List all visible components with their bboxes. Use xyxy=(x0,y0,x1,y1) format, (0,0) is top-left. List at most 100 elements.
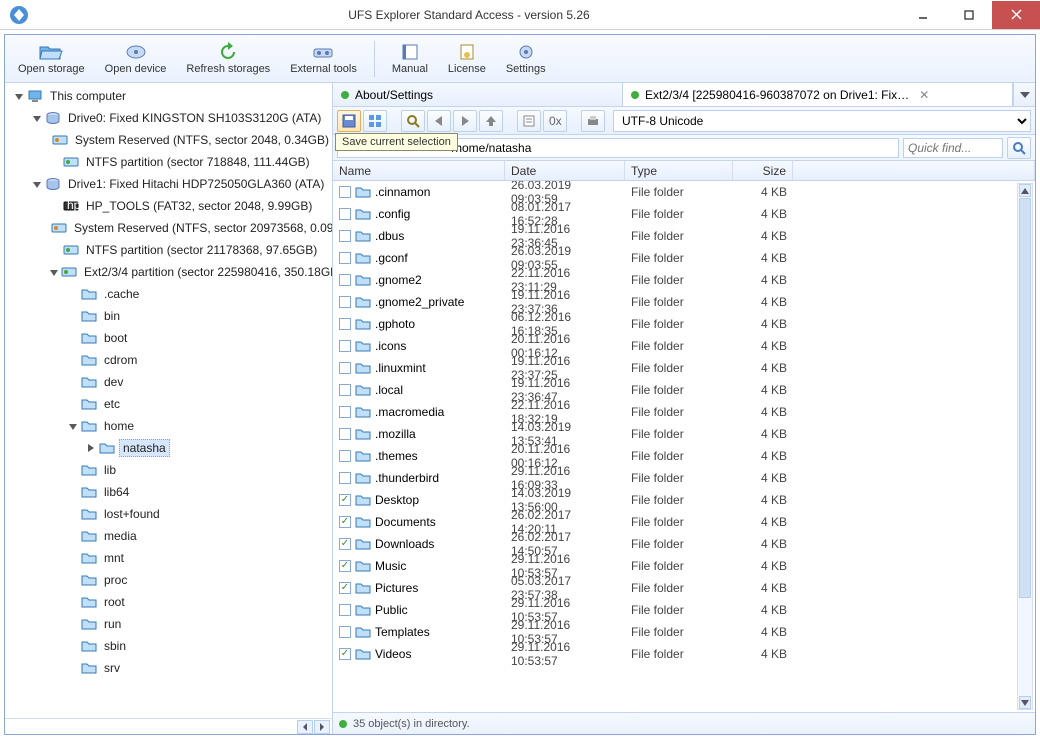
tab-menu-button[interactable] xyxy=(1013,83,1035,106)
settings-button[interactable]: Settings xyxy=(499,39,553,78)
tree-expand-icon[interactable] xyxy=(49,134,50,146)
tree-node[interactable]: This computer xyxy=(7,85,332,107)
nav-up-button[interactable] xyxy=(479,110,503,132)
file-row[interactable]: .mozilla14.03.2019 13:53:41File folder4 … xyxy=(333,423,1035,445)
scroll-up-button[interactable] xyxy=(1019,184,1031,197)
tree-node[interactable]: media xyxy=(7,525,332,547)
row-checkbox[interactable] xyxy=(339,428,351,440)
col-size[interactable]: Size xyxy=(733,161,793,180)
tree-expand-icon[interactable] xyxy=(67,310,79,322)
tree-node[interactable]: Ext2/3/4 partition (sector 225980416, 35… xyxy=(7,261,332,283)
maximize-button[interactable] xyxy=(946,1,992,29)
tree-node[interactable]: System Reserved (NTFS, sector 2048, 0.34… xyxy=(7,129,332,151)
row-checkbox[interactable] xyxy=(339,296,351,308)
tree-node[interactable]: home xyxy=(7,415,332,437)
file-row[interactable]: .dbus19.11.2016 23:36:45File folder4 KB xyxy=(333,225,1035,247)
hex-button[interactable]: 0x xyxy=(543,110,567,132)
tree-expand-icon[interactable] xyxy=(67,398,79,410)
tree-expand-icon[interactable] xyxy=(67,376,79,388)
tab-close-icon[interactable]: ✕ xyxy=(919,88,929,102)
tree-node[interactable]: NTFS partition (sector 21178368, 97.65GB… xyxy=(7,239,332,261)
row-checkbox[interactable] xyxy=(339,230,351,242)
file-rows[interactable]: .cinnamon26.03.2019 09:03:59File folder4… xyxy=(333,181,1035,712)
row-checkbox[interactable] xyxy=(339,274,351,286)
tab[interactable]: About/Settings xyxy=(333,83,623,106)
tree-expand-icon[interactable] xyxy=(67,464,79,476)
row-checkbox[interactable] xyxy=(339,648,351,660)
scroll-right-button[interactable] xyxy=(314,720,330,734)
tree-expand-icon[interactable] xyxy=(67,618,79,630)
col-name[interactable]: Name xyxy=(333,161,505,180)
file-row[interactable]: Downloads26.02.2017 14:50:57File folder4… xyxy=(333,533,1035,555)
refresh-storages-button[interactable]: Refresh storages xyxy=(179,39,277,78)
tree-hscroll[interactable] xyxy=(5,718,332,734)
tree-expand-icon[interactable] xyxy=(67,530,79,542)
tree-node[interactable]: Drive0: Fixed KINGSTON SH103S3120G (ATA) xyxy=(7,107,332,129)
file-row[interactable]: Pictures05.03.2017 23:57:38File folder4 … xyxy=(333,577,1035,599)
file-row[interactable]: Templates29.11.2016 10:53:57File folder4… xyxy=(333,621,1035,643)
col-date[interactable]: Date xyxy=(505,161,625,180)
tree-expand-icon[interactable] xyxy=(49,244,61,256)
tree-expand-icon[interactable] xyxy=(31,112,43,124)
tree-node[interactable]: hpHP_TOOLS (FAT32, sector 2048, 9.99GB) xyxy=(7,195,332,217)
row-checkbox[interactable] xyxy=(339,406,351,418)
tree-node[interactable]: System Reserved (NTFS, sector 20973568, … xyxy=(7,217,332,239)
tree-expand-icon[interactable] xyxy=(67,332,79,344)
tree-node[interactable]: dev xyxy=(7,371,332,393)
tree-node[interactable]: lost+found xyxy=(7,503,332,525)
find-button[interactable] xyxy=(401,110,425,132)
row-checkbox[interactable] xyxy=(339,208,351,220)
encoding-select[interactable]: UTF-8 Unicode xyxy=(613,110,1031,132)
tree-node[interactable]: srv xyxy=(7,657,332,679)
properties-button[interactable] xyxy=(517,110,541,132)
manual-button[interactable]: Manual xyxy=(385,39,435,78)
tree-expand-icon[interactable] xyxy=(13,90,25,102)
scroll-left-button[interactable] xyxy=(297,720,313,734)
tree-node[interactable]: bin xyxy=(7,305,332,327)
file-row[interactable]: Documents26.02.2017 14:20:11File folder4… xyxy=(333,511,1035,533)
file-row[interactable]: Desktop14.03.2019 13:56:00File folder4 K… xyxy=(333,489,1035,511)
tree-view-button[interactable] xyxy=(363,110,387,132)
license-button[interactable]: License xyxy=(441,39,493,78)
tree-expand-icon[interactable] xyxy=(67,574,79,586)
tree-expand-icon[interactable] xyxy=(85,442,97,454)
vertical-scrollbar[interactable] xyxy=(1017,183,1033,710)
tree-expand-icon[interactable] xyxy=(67,288,79,300)
scroll-down-button[interactable] xyxy=(1019,696,1031,709)
row-checkbox[interactable] xyxy=(339,318,351,330)
external-tools-button[interactable]: External tools xyxy=(283,39,364,78)
tree-node[interactable]: etc xyxy=(7,393,332,415)
tree-node[interactable]: sbin xyxy=(7,635,332,657)
row-checkbox[interactable] xyxy=(339,362,351,374)
tree-node[interactable]: .cache xyxy=(7,283,332,305)
row-checkbox[interactable] xyxy=(339,538,351,550)
tree-expand-icon[interactable] xyxy=(67,596,79,608)
row-checkbox[interactable] xyxy=(339,384,351,396)
tree-expand-icon[interactable] xyxy=(67,354,79,366)
file-row[interactable]: .local19.11.2016 23:36:47File folder4 KB xyxy=(333,379,1035,401)
tree-node[interactable]: run xyxy=(7,613,332,635)
file-row[interactable]: .thunderbird29.11.2016 16:09:33File fold… xyxy=(333,467,1035,489)
file-row[interactable]: .gphoto06.12.2016 16:18:35File folder4 K… xyxy=(333,313,1035,335)
tree-expand-icon[interactable] xyxy=(31,178,43,190)
file-row[interactable]: .gnome2_private19.11.2016 23:37:36File f… xyxy=(333,291,1035,313)
tree-expand-icon[interactable] xyxy=(49,266,59,278)
nav-fwd-button[interactable] xyxy=(453,110,477,132)
tree-node[interactable]: NTFS partition (sector 718848, 111.44GB) xyxy=(7,151,332,173)
tree-node[interactable]: mnt xyxy=(7,547,332,569)
row-checkbox[interactable] xyxy=(339,450,351,462)
row-checkbox[interactable] xyxy=(339,186,351,198)
file-row[interactable]: Public29.11.2016 10:53:57File folder4 KB xyxy=(333,599,1035,621)
open-device-button[interactable]: Open device xyxy=(98,39,174,78)
tree-expand-icon[interactable] xyxy=(49,200,61,212)
nav-back-button[interactable] xyxy=(427,110,451,132)
file-row[interactable]: Videos29.11.2016 10:53:57File folder4 KB xyxy=(333,643,1035,665)
tree-node[interactable]: proc xyxy=(7,569,332,591)
row-checkbox[interactable] xyxy=(339,560,351,572)
row-checkbox[interactable] xyxy=(339,252,351,264)
tree-node[interactable]: lib xyxy=(7,459,332,481)
file-row[interactable]: .icons20.11.2016 00:16:12File folder4 KB xyxy=(333,335,1035,357)
quick-find-input[interactable] xyxy=(903,138,1003,158)
quick-find-button[interactable] xyxy=(1007,137,1031,159)
storage-tree[interactable]: This computerDrive0: Fixed KINGSTON SH10… xyxy=(5,83,332,718)
